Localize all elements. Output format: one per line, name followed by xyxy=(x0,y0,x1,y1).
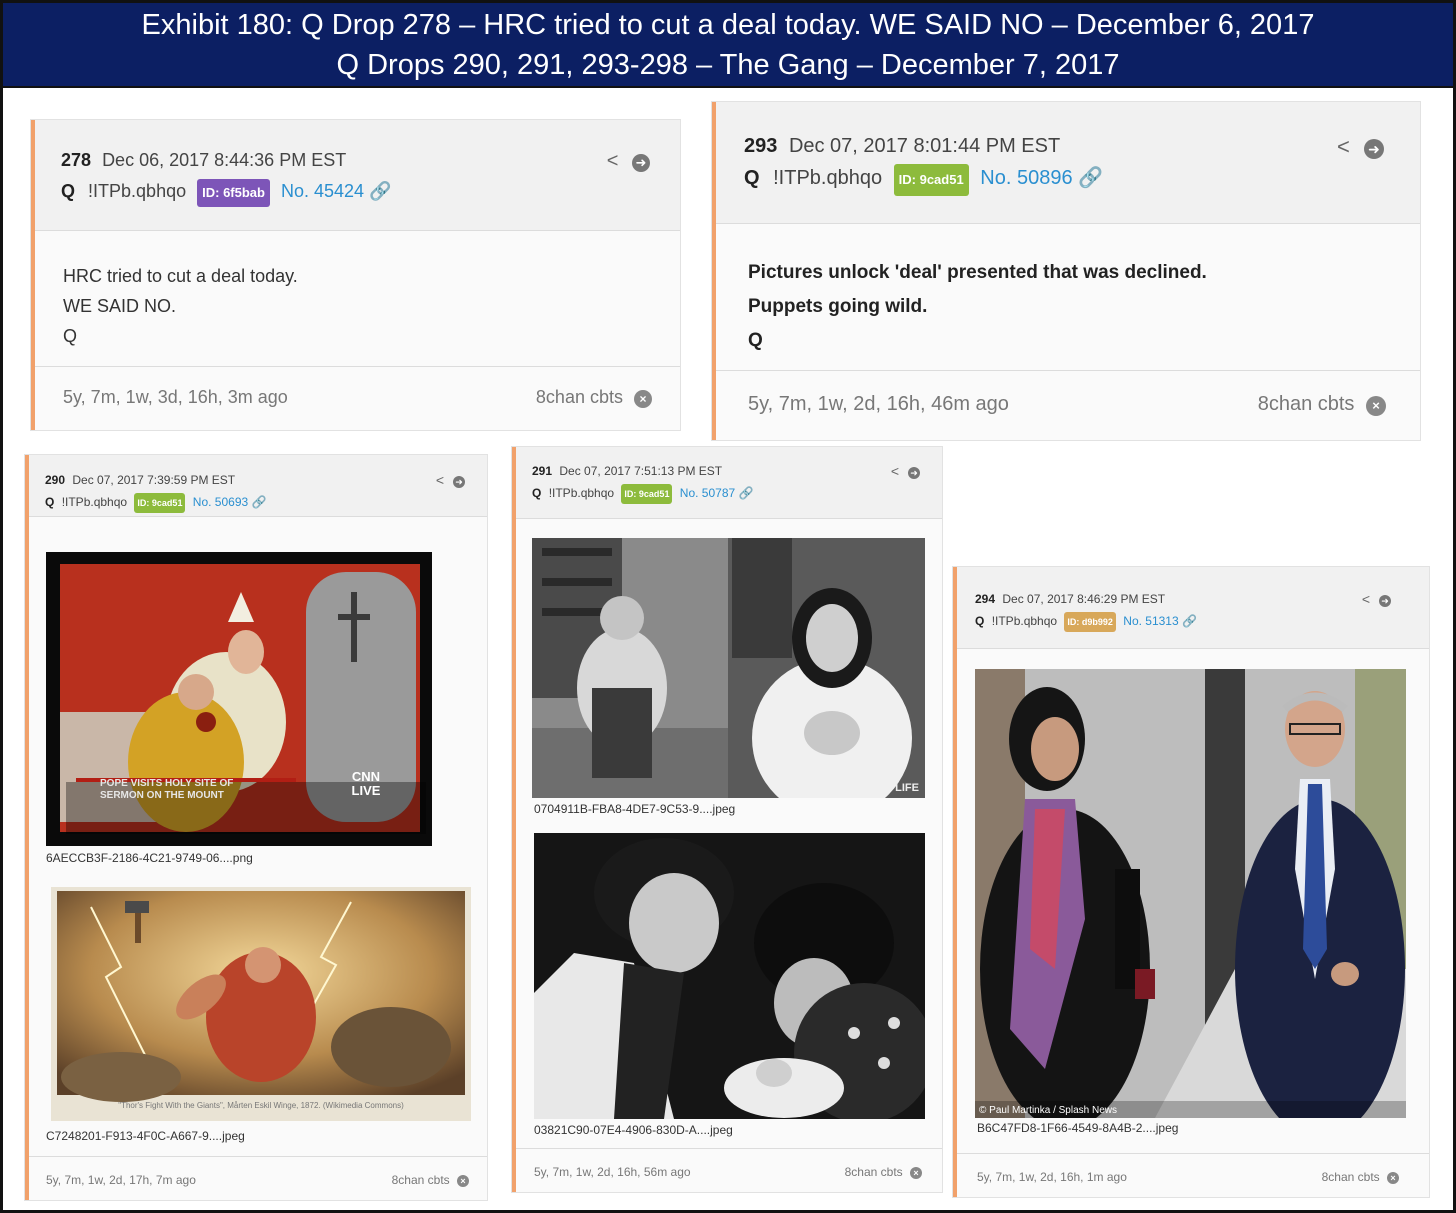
exhibit-frame xyxy=(0,0,1456,1213)
